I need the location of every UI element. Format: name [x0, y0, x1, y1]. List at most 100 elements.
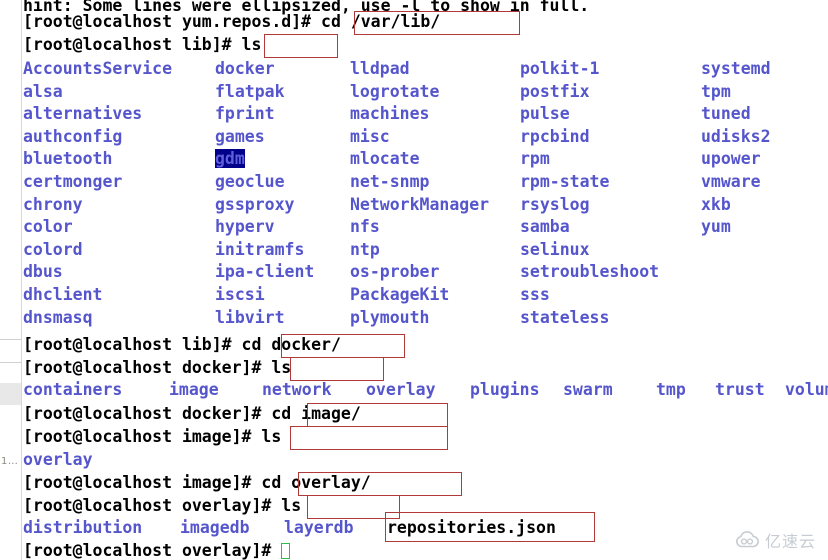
list-item[interactable]: tuned [701, 103, 771, 126]
list-item[interactable]: dhclient [23, 284, 172, 307]
list-item[interactable]: upower [701, 148, 771, 171]
list-item[interactable]: AccountsService [23, 58, 172, 81]
shell-command: cd overlay/ [261, 473, 371, 492]
list-item[interactable]: flatpak [215, 81, 314, 104]
lib-listing-column-4: polkit-1 postfix pulse rpcbind rpm rpm-s… [520, 58, 659, 329]
gutter-page-label: 1… [1, 456, 19, 467]
list-item[interactable]: lldpad [350, 58, 489, 81]
shell-prompt: [root@localhost yum.repos.d]# [23, 12, 322, 31]
shell-command: ls [281, 495, 302, 515]
list-item[interactable]: samba [520, 216, 659, 239]
list-item[interactable]: misc [350, 126, 489, 149]
list-item[interactable]: network [262, 379, 332, 402]
list-item[interactable]: hyperv [215, 216, 314, 239]
list-item[interactable]: net-snmp [350, 171, 489, 194]
shell-command: ls [261, 426, 282, 446]
list-item[interactable]: distribution [23, 517, 142, 540]
list-item[interactable]: layerdb [284, 517, 354, 540]
list-item-repositories-json[interactable]: repositories.json [387, 517, 556, 540]
terminal-window: 1… hint: Some lines were ellipsized, use… [0, 0, 828, 560]
list-item[interactable]: stateless [520, 307, 659, 330]
shell-prompt: [root@localhost image]# [23, 473, 262, 492]
text-cursor[interactable] [281, 543, 291, 559]
list-item[interactable]: NetworkManager [350, 194, 489, 217]
list-item[interactable]: docker [215, 58, 314, 81]
page-gutter: 1… [0, 0, 22, 560]
list-item[interactable]: xkb [701, 194, 771, 217]
command-line-ls-docker: [root@localhost docker]# ls [23, 357, 291, 380]
list-item[interactable]: nfs [350, 216, 489, 239]
cloud-icon [735, 531, 759, 548]
list-item[interactable]: overlay [23, 449, 93, 472]
list-item[interactable]: tmp [656, 379, 686, 402]
list-item[interactable]: dbus [23, 261, 172, 284]
list-item[interactable]: udisks2 [701, 126, 771, 149]
shell-command: cd /var/lib/ [321, 12, 441, 31]
list-item[interactable]: setroubleshoot [520, 261, 659, 284]
shell-prompt: [root@localhost image]# [23, 426, 262, 446]
lib-listing-column-1: AccountsService alsa alternatives authco… [23, 58, 172, 329]
list-item[interactable]: rpm-state [520, 171, 659, 194]
list-item[interactable]: fprint [215, 103, 314, 126]
list-item[interactable]: alternatives [23, 103, 172, 126]
shell-prompt: [root@localhost lib]# [23, 34, 242, 54]
command-line-cd-overlay: [root@localhost image]# cd overlay/ [23, 472, 371, 495]
shell-prompt: [root@localhost docker]# [23, 357, 272, 377]
list-item[interactable]: authconfig [23, 126, 172, 149]
shell-prompt: [root@localhost docker]# [23, 404, 272, 423]
list-item[interactable]: logrotate [350, 81, 489, 104]
list-item[interactable]: imagedb [180, 517, 250, 540]
list-item[interactable]: pulse [520, 103, 659, 126]
list-item[interactable]: initramfs [215, 239, 314, 262]
command-line-final[interactable]: [root@localhost overlay]# [23, 540, 291, 560]
list-item[interactable]: systemd [701, 58, 771, 81]
list-item[interactable]: tpm [701, 81, 771, 104]
list-item[interactable]: volumes [785, 379, 828, 402]
list-item[interactable]: polkit-1 [520, 58, 659, 81]
list-item[interactable]: certmonger [23, 171, 172, 194]
list-item[interactable]: PackageKit [350, 284, 489, 307]
list-item[interactable]: machines [350, 103, 489, 126]
command-line-cd-image: [root@localhost docker]# cd image/ [23, 403, 361, 426]
list-item[interactable]: alsa [23, 81, 172, 104]
shell-prompt: [root@localhost lib]# [23, 335, 242, 354]
list-item[interactable]: dnsmasq [23, 307, 172, 330]
list-item[interactable]: ntp [350, 239, 489, 262]
list-item[interactable]: colord [23, 239, 172, 262]
list-item[interactable]: selinux [520, 239, 659, 262]
list-item[interactable]: swarm [563, 379, 613, 402]
list-item[interactable]: bluetooth [23, 148, 172, 171]
terminal-screen[interactable]: hint: Some lines were ellipsized, use -l… [23, 0, 828, 560]
lib-listing-column-3: lldpad logrotate machines misc mlocate n… [350, 58, 489, 329]
selected-entry-gdm[interactable]: gdm [215, 149, 245, 169]
list-item[interactable]: color [23, 216, 172, 239]
list-item[interactable]: overlay [366, 379, 436, 402]
list-item[interactable]: yum [701, 216, 771, 239]
list-item[interactable]: games [215, 126, 314, 149]
list-item[interactable]: ipa-client [215, 261, 314, 284]
shell-command: cd docker/ [241, 335, 341, 354]
list-item[interactable]: trust [715, 379, 765, 402]
list-item[interactable]: sss [520, 284, 659, 307]
list-item[interactable]: image [169, 379, 219, 402]
list-item[interactable]: os-prober [350, 261, 489, 284]
list-item[interactable]: plymouth [350, 307, 489, 330]
lib-listing-column-2: docker flatpak fprint games gdm geoclue … [215, 58, 314, 329]
list-item[interactable]: rpcbind [520, 126, 659, 149]
list-item[interactable]: libvirt [215, 307, 314, 330]
list-item[interactable]: plugins [470, 379, 540, 402]
list-item[interactable]: iscsi [215, 284, 314, 307]
list-item[interactable]: gssproxy [215, 194, 314, 217]
list-item[interactable]: geoclue [215, 171, 314, 194]
list-item[interactable]: chrony [23, 194, 172, 217]
list-item[interactable]: rpm [520, 148, 659, 171]
list-item[interactable]: vmware [701, 171, 771, 194]
command-line-2: [root@localhost lib]# ls [23, 34, 261, 57]
list-item[interactable]: postfix [520, 81, 659, 104]
list-item[interactable]: mlocate [350, 148, 489, 171]
list-item[interactable]: containers [23, 379, 122, 402]
list-item-highlighted[interactable]: gdm [215, 148, 314, 171]
command-line-ls-overlay: [root@localhost overlay]# ls [23, 495, 301, 518]
command-line-ls-image: [root@localhost image]# ls [23, 426, 281, 449]
list-item[interactable]: rsyslog [520, 194, 659, 217]
